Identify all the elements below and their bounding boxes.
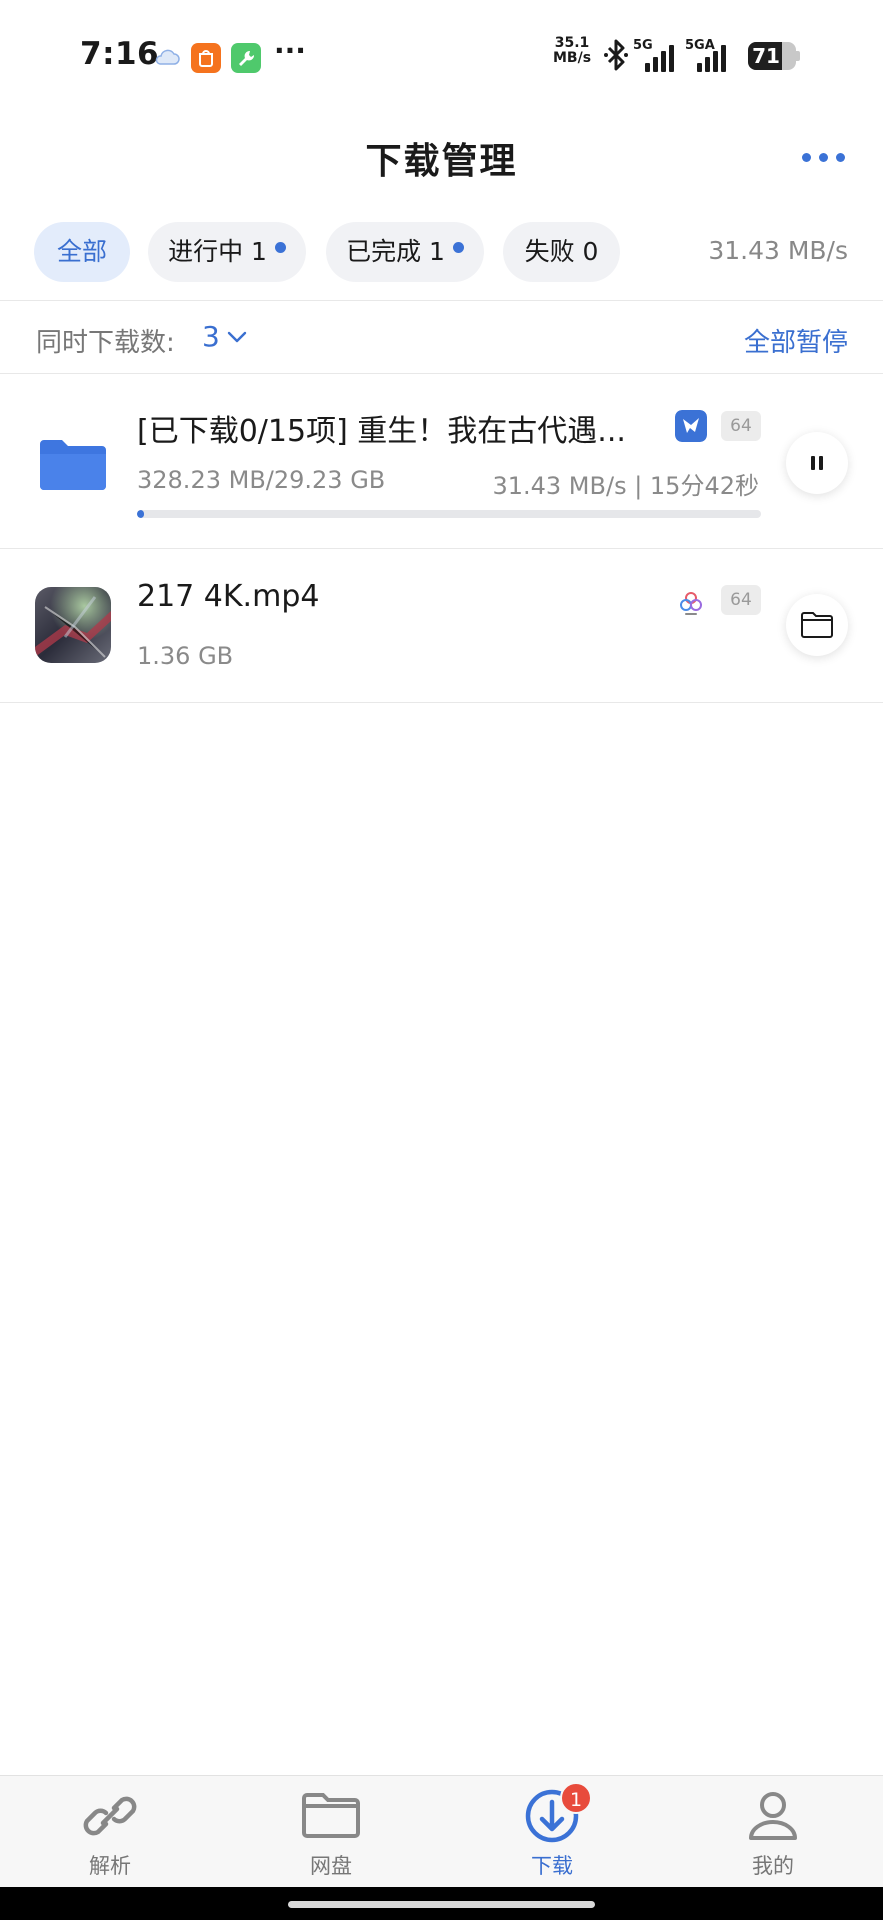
download-progress-fill <box>137 510 144 518</box>
battery-percent: 71 <box>752 44 780 68</box>
filter-tabs: 全部 进行中 1 已完成 1 失败 0 31.43 MB/s <box>0 220 883 286</box>
concurrency-selector[interactable]: 3 <box>202 320 220 353</box>
cloud-drive-source-icon <box>680 592 702 615</box>
nav-label: 解析 <box>89 1854 131 1878</box>
user-icon <box>749 1792 797 1840</box>
download-item[interactable]: [已下载0/15项] 重生！我在古代遇... 64 328.23 MB/29.2… <box>0 374 883 548</box>
download-speed-eta: 31.43 MB/s | 15分42秒 <box>492 472 759 500</box>
shopping-app-icon <box>191 43 221 73</box>
tab-all[interactable]: 全部 <box>34 222 130 282</box>
tab-completed[interactable]: 已完成 1 <box>326 222 484 282</box>
folder-icon <box>302 1793 360 1838</box>
cloud-app-icon <box>152 43 182 73</box>
divider <box>0 300 883 301</box>
signal-sim2-icon: 5GA <box>685 38 731 72</box>
concurrency-row: 同时下载数: 3 全部暂停 <box>0 302 883 374</box>
pause-button[interactable] <box>786 432 848 494</box>
bit-badge: 64 <box>721 585 761 615</box>
battery-icon: 71 <box>748 42 800 70</box>
nav-item-download[interactable]: 1 下载 <box>482 1776 622 1888</box>
download-title: 217 4K.mp4 <box>137 579 320 614</box>
status-time: 7:16 <box>80 36 160 72</box>
network-speed: 35.1 MB/s <box>553 36 591 66</box>
signal-sim1-icon: 5G <box>633 38 679 72</box>
concurrency-label: 同时下载数: <box>36 328 175 358</box>
video-thumbnail <box>35 587 111 663</box>
status-bar: 7:16 ··· 35.1 MB/s 5G 5GA 71 <box>0 0 883 112</box>
download-size: 328.23 MB/29.23 GB <box>137 466 386 494</box>
home-indicator[interactable] <box>288 1901 595 1908</box>
open-folder-button[interactable] <box>786 594 848 656</box>
nav-item-parse[interactable]: 解析 <box>40 1776 180 1888</box>
chevron-down-icon[interactable] <box>226 328 248 346</box>
download-item[interactable]: 217 4K.mp4 64 1.36 GB <box>0 549 883 702</box>
tab-completed-label: 已完成 1 <box>346 237 445 266</box>
download-title: [已下载0/15项] 重生！我在古代遇... <box>137 414 626 449</box>
bit-badge: 64 <box>721 411 761 441</box>
divider <box>0 702 883 703</box>
tab-in-progress[interactable]: 进行中 1 <box>148 222 306 282</box>
download-manager-screen: 7:16 ··· 35.1 MB/s 5G 5GA 71 下载管理 全部 进行中… <box>0 0 883 1920</box>
tab-failed[interactable]: 失败 0 <box>503 222 620 282</box>
nav-label: 我的 <box>752 1854 794 1878</box>
network-speed-value: 35.1 <box>554 35 590 51</box>
download-size: 1.36 GB <box>137 642 234 670</box>
link-icon <box>83 1796 137 1836</box>
notification-badge: 1 <box>560 1782 592 1814</box>
more-notifications-icon: ··· <box>274 34 306 67</box>
page-title: 下载管理 <box>365 141 518 182</box>
app-header: 下载管理 <box>0 112 883 200</box>
new-indicator-dot <box>452 241 464 253</box>
total-download-speed: 31.43 MB/s <box>708 236 848 265</box>
pause-icon <box>811 456 823 470</box>
nav-item-cloud-drive[interactable]: 网盘 <box>261 1776 401 1888</box>
bluetooth-icon <box>604 39 628 71</box>
folder-outline-icon <box>801 612 833 638</box>
tab-in-progress-label: 进行中 1 <box>168 237 267 266</box>
folder-icon <box>40 440 106 490</box>
tab-failed-label: 失败 0 <box>524 237 599 266</box>
tool-app-icon <box>231 43 261 73</box>
nav-label: 下载 <box>531 1854 573 1878</box>
download-progress-bar <box>137 510 761 518</box>
gesture-bar-area <box>0 1887 883 1920</box>
nav-label: 网盘 <box>310 1854 352 1878</box>
more-options-icon[interactable] <box>796 142 850 172</box>
new-indicator-dot <box>274 241 286 253</box>
nav-item-profile[interactable]: 我的 <box>703 1776 843 1888</box>
bottom-navigation: 解析 网盘 1 下载 我的 <box>0 1775 883 1887</box>
tab-all-label: 全部 <box>56 237 107 266</box>
pause-all-button[interactable]: 全部暂停 <box>744 322 848 359</box>
network-speed-unit: MB/s <box>553 50 592 66</box>
source-app-icon <box>675 410 707 442</box>
